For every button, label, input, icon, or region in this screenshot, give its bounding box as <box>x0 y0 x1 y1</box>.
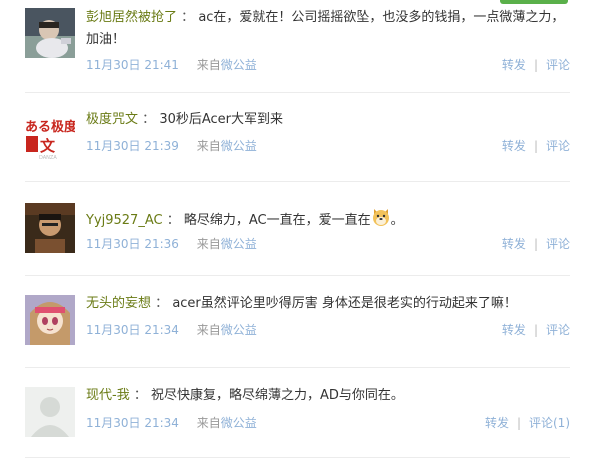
username-link[interactable]: Yyj9527_AC <box>86 213 163 228</box>
divider <box>25 92 570 93</box>
timestamp-link[interactable]: 11月30日 21:39 <box>86 139 179 153</box>
divider <box>25 275 570 276</box>
divider <box>25 181 570 182</box>
colon: ： <box>142 112 156 127</box>
colon: ： <box>155 296 169 311</box>
comment-text: 彭旭居然被抢了 ： ac在，爱就在！公司摇摇欲坠，也没多的钱捐，一点微薄之力，加… <box>86 7 570 51</box>
comment-content: 祝尽快康复，略尽绵薄之力，AD与你同在。 <box>151 388 404 403</box>
comment-item: Yyj9527_AC ： 略尽绵力，AC一直在，爱一直在 。 11月30日 21… <box>25 203 570 283</box>
action-separator: | <box>533 139 538 153</box>
comment-link[interactable]: 评论 <box>546 323 570 337</box>
anime-girl-avatar[interactable] <box>25 295 75 345</box>
avatar-logo-text: ある极度 <box>25 119 75 135</box>
comment-tail: 。 <box>390 213 404 228</box>
comment-item: 彭旭居然被抢了 ： ac在，爱就在！公司摇摇欲坠，也没多的钱捐，一点微薄之力，加… <box>25 8 570 118</box>
forward-link[interactable]: 转发 <box>502 139 526 153</box>
top-green-tab <box>500 0 568 4</box>
timestamp-link[interactable]: 11月30日 21:36 <box>86 237 179 251</box>
timestamp-link[interactable]: 11月30日 21:41 <box>86 58 179 72</box>
comment-link[interactable]: 评论 <box>546 237 570 251</box>
action-separator: | <box>516 416 521 430</box>
comment-meta: 11月30日 21:41 来自微公益 转发 | 评论 <box>86 55 570 75</box>
comment-text: 现代-我 ： 祝尽快康复，略尽绵薄之力，AD与你同在。 <box>86 385 570 407</box>
comment-content: acer虽然评论里吵得厉害 身体还是很老实的行动起来了嘛！ <box>172 296 517 311</box>
child-photo-avatar[interactable] <box>25 8 75 58</box>
comment-meta: 11月30日 21:34 来自微公益 转发 | 评论(1) <box>86 413 570 433</box>
from-label: 来自 <box>196 237 221 251</box>
action-separator: | <box>533 237 538 251</box>
divider <box>25 457 570 458</box>
comment-item: 现代-我 ： 祝尽快康复，略尽绵薄之力，AD与你同在。 11月30日 21:34… <box>25 387 570 460</box>
avatar-logo-char: 文 <box>40 137 56 155</box>
from-label: 来自 <box>196 416 221 430</box>
timestamp-link[interactable]: 11月30日 21:34 <box>86 323 179 337</box>
avatar-logo-small-text: DANZA <box>39 155 57 161</box>
app-source-link[interactable]: 微公益 <box>221 323 257 337</box>
comment-actions: 转发 | 评论 <box>502 55 570 75</box>
username-link[interactable]: 现代-我 <box>86 388 130 403</box>
colon: ： <box>181 10 195 25</box>
app-source-link[interactable]: 微公益 <box>221 237 257 251</box>
comment-meta: 11月30日 21:34 来自微公益 转发 | 评论 <box>86 320 570 340</box>
person-photo-avatar[interactable] <box>25 203 75 253</box>
from-label: 来自 <box>196 58 221 72</box>
app-source-link[interactable]: 微公益 <box>221 58 257 72</box>
comment-link[interactable]: 评论 <box>546 58 570 72</box>
username-link[interactable]: 彭旭居然被抢了 <box>86 10 177 25</box>
forward-link[interactable]: 转发 <box>485 416 509 430</box>
comment-text: Yyj9527_AC ： 略尽绵力，AC一直在，爱一直在 。 <box>86 207 570 235</box>
default-silhouette-avatar[interactable] <box>25 387 75 437</box>
divider <box>25 367 570 368</box>
app-source-link[interactable]: 微公益 <box>221 139 257 153</box>
comment-meta: 11月30日 21:36 来自微公益 转发 | 评论 <box>86 234 570 254</box>
timestamp-link[interactable]: 11月30日 21:34 <box>86 416 179 430</box>
comment-meta: 11月30日 21:39 来自微公益 转发 | 评论 <box>86 136 570 156</box>
username-link[interactable]: 无头的妄想 <box>86 296 151 311</box>
action-separator: | <box>533 58 538 72</box>
from-label: 来自 <box>196 323 221 337</box>
comment-link[interactable]: 评论 <box>546 139 570 153</box>
forward-link[interactable]: 转发 <box>502 323 526 337</box>
comment-text: 极度咒文 ： 30秒后Acer大军到来 <box>86 109 570 131</box>
comment-actions: 转发 | 评论 <box>502 320 570 340</box>
red-text-logo-avatar[interactable]: ある极度 文 DANZA <box>25 111 75 161</box>
colon: ： <box>133 388 147 403</box>
comment-actions: 转发 | 评论(1) <box>485 413 570 433</box>
colon: ： <box>166 213 180 228</box>
comment-item: 无头的妄想 ： acer虽然评论里吵得厉害 身体还是很老实的行动起来了嘛！ 11… <box>25 295 570 375</box>
comment-content: 30秒后Acer大军到来 <box>159 112 284 127</box>
action-separator: | <box>533 323 538 337</box>
forward-link[interactable]: 转发 <box>502 237 526 251</box>
app-source-link[interactable]: 微公益 <box>221 416 257 430</box>
username-link[interactable]: 极度咒文 <box>86 112 138 127</box>
comment-actions: 转发 | 评论 <box>502 136 570 156</box>
doge-emoji-icon <box>371 207 391 235</box>
comment-text: 无头的妄想 ： acer虽然评论里吵得厉害 身体还是很老实的行动起来了嘛！ <box>86 293 570 315</box>
comment-link[interactable]: 评论(1) <box>529 416 570 430</box>
comment-actions: 转发 | 评论 <box>502 234 570 254</box>
forward-link[interactable]: 转发 <box>502 58 526 72</box>
from-label: 来自 <box>196 139 221 153</box>
comment-item: ある极度 文 DANZA 极度咒文 ： 30秒后Acer大军到来 11月30日 … <box>25 111 570 191</box>
comment-content: 略尽绵力，AC一直在，爱一直在 <box>183 213 371 228</box>
